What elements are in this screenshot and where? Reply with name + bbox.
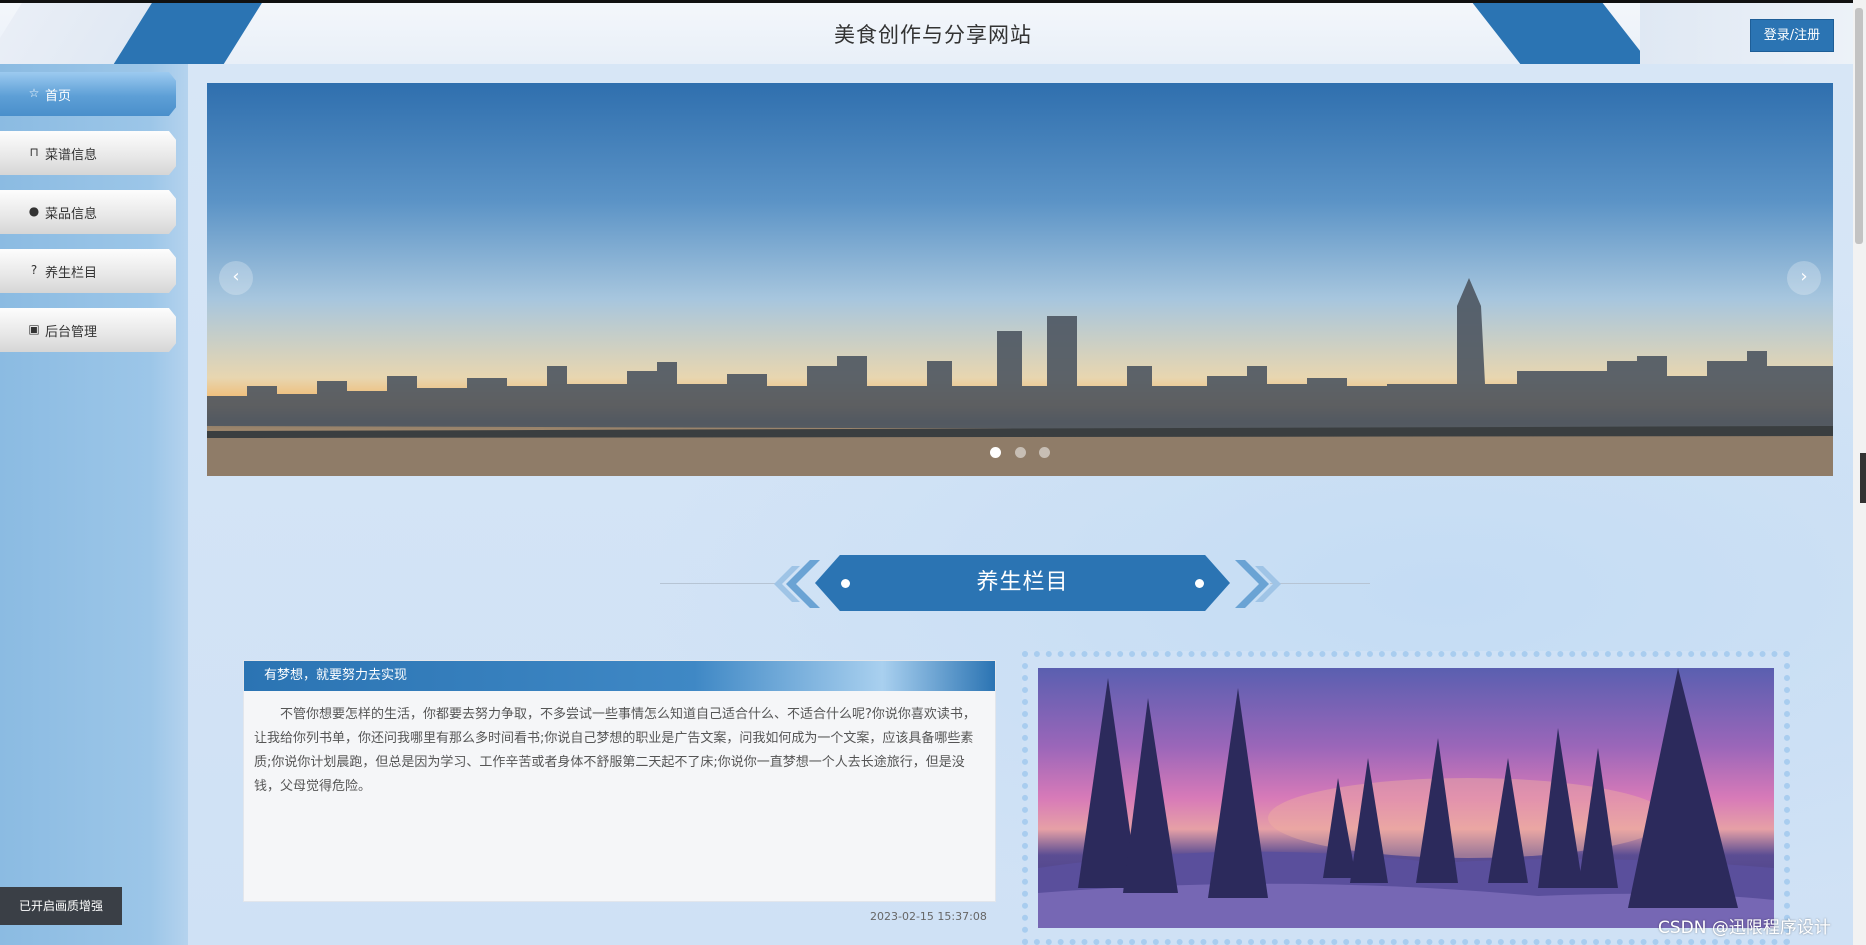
login-register-button[interactable]: 登录/注册 xyxy=(1750,19,1834,52)
sidebar-item-recipes[interactable]: ⊓ 菜谱信息 xyxy=(0,131,176,175)
bag-icon: ⊓ xyxy=(29,145,39,159)
banner-carousel[interactable]: ‹ › xyxy=(207,83,1833,476)
sidebar-item-label: 养生栏目 xyxy=(45,266,98,281)
carousel-dot[interactable] xyxy=(990,447,1002,458)
article-card[interactable]: 有梦想，就要努力去实现 不管你想要怎样的生活，你都要去努力争取，不多尝试一些事情… xyxy=(243,660,996,902)
sidebar-item-dishes[interactable]: ● 菜品信息 xyxy=(0,190,176,234)
sidebar-item-label: 菜谱信息 xyxy=(45,148,98,163)
article-body: 不管你想要怎样的生活，你都要去努力争取，不多尝试一些事情怎么知道自己适合什么、不… xyxy=(254,707,976,794)
sidebar-item-label: 首页 xyxy=(45,89,72,104)
scrollbar-thumb[interactable] xyxy=(1855,8,1863,244)
quality-enhance-toast: 已开启画质增强 xyxy=(0,887,122,925)
article-heading[interactable]: 有梦想，就要努力去实现 xyxy=(244,661,995,691)
sidebar-item-admin[interactable]: ▣ 后台管理 xyxy=(0,308,176,352)
sidebar-item-label: 后台管理 xyxy=(45,325,98,340)
info-icon: ● xyxy=(28,204,40,218)
carousel-dot[interactable] xyxy=(1014,447,1026,458)
section-title: 养生栏目 xyxy=(815,555,1230,611)
dot-decoration xyxy=(1195,579,1204,588)
question-icon: ? xyxy=(30,263,38,277)
winter-forest-image[interactable] xyxy=(1038,668,1774,928)
sidebar-item-label: 菜品信息 xyxy=(45,207,98,222)
chevron-right-icon xyxy=(1235,560,1281,608)
site-title: 美食创作与分享网站 xyxy=(834,23,1032,47)
sidebar-item-health[interactable]: ? 养生栏目 xyxy=(0,249,176,293)
carousel-next-button[interactable]: › xyxy=(1787,261,1821,295)
calendar-icon: ▣ xyxy=(28,322,40,336)
top-header: 美食创作与分享网站 登录/注册 xyxy=(0,0,1866,64)
carousel-prev-button[interactable]: ‹ xyxy=(219,261,253,295)
sidebar: ☆ 首页 ⊓ 菜谱信息 ● 菜品信息 ? 养生栏目 ▣ 后台管理 xyxy=(0,64,188,945)
carousel-dot[interactable] xyxy=(1038,447,1050,458)
dot-decoration xyxy=(841,579,850,588)
article-date: 2023-02-15 15:37:08 xyxy=(870,910,987,923)
side-tab-handle[interactable] xyxy=(1860,453,1866,503)
section-divider-left xyxy=(660,583,780,584)
star-icon: ☆ xyxy=(28,86,40,100)
watermark: CSDN @迅限程序设计 xyxy=(1658,918,1831,938)
carousel-indicators xyxy=(207,443,1833,462)
pine-trees-illustration xyxy=(1038,668,1774,928)
section-title-text: 养生栏目 xyxy=(976,570,1069,595)
section-divider-right xyxy=(1270,583,1370,584)
sidebar-item-home[interactable]: ☆ 首页 xyxy=(0,72,176,116)
